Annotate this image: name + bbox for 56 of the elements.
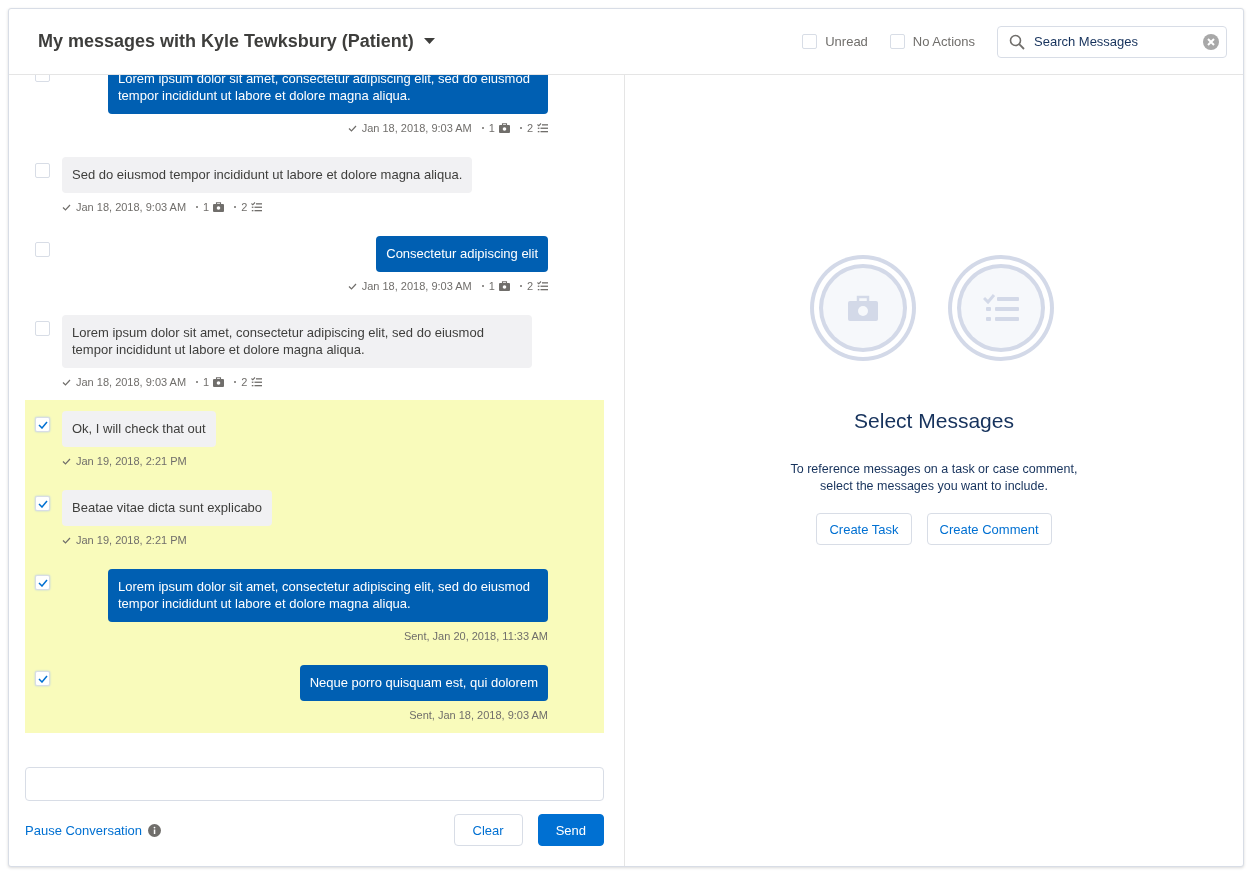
message-timestamp: Sent, Jan 18, 2018, 9:03 AM [409, 709, 548, 721]
checklist-icon [537, 123, 548, 133]
info-icon[interactable] [148, 823, 162, 837]
case-count: 1 [203, 201, 210, 213]
message-bubble: Lorem ipsum dolor sit amet, consectetur adipiscing elit, sed do eiusmod tempor incididunt ut labore et dolore magna aliqua. [62, 315, 532, 368]
checkbox[interactable] [35, 242, 50, 257]
message-bubble: Consectetur adipiscing elit [376, 236, 548, 272]
checklist-icon [251, 377, 263, 387]
briefcase-icon [498, 123, 510, 133]
task-count: 2 [526, 280, 533, 292]
filter-label: Unread [825, 34, 868, 49]
create-comment-button[interactable]: Create Comment [926, 513, 1052, 545]
message-bubble: Ok, I will check that out [62, 411, 216, 447]
case-count: 1 [488, 280, 495, 292]
case-count: 1 [488, 122, 495, 134]
checkbox[interactable] [35, 321, 50, 336]
task-count: 2 [241, 201, 248, 213]
checkbox[interactable] [35, 163, 50, 178]
task-count: 2 [526, 122, 533, 134]
checkbox[interactable] [35, 496, 50, 511]
message-timestamp: Sent, Jan 20, 2018, 11:33 AM [403, 630, 548, 642]
checklist-icon [251, 202, 263, 212]
checkbox[interactable] [35, 417, 50, 432]
checkbox[interactable] [889, 34, 905, 49]
search-icon [1009, 33, 1025, 50]
checkbox[interactable] [35, 575, 50, 590]
clear-button[interactable]: Clear [453, 814, 523, 846]
briefcase-icon [213, 377, 225, 387]
pause-conversation-link[interactable]: Pause Conversation [25, 822, 143, 838]
message-timestamp: Jan 19, 2018, 2:21 PM [76, 455, 187, 467]
message-timestamp: Jan 18, 2018, 9:03 AM [361, 280, 472, 292]
message-bubble: Beatae vitae dicta sunt explicabo [62, 490, 273, 526]
checkbox[interactable] [802, 34, 818, 49]
message-bubble: Neque porro quisquam est, qui dolorem [299, 665, 548, 701]
message-timestamp: Jan 18, 2018, 9:03 AM [76, 376, 187, 388]
conversation-title: My messages with Kyle Tewksbury (Patient) [38, 31, 414, 52]
checkbox[interactable] [35, 671, 50, 686]
message-bubble: Sed do eiusmod tempor incididunt ut labore et dolore magna aliqua. [62, 157, 473, 193]
filter-label: No Actions [912, 34, 975, 49]
message-bubble: Lorem ipsum dolor sit amet, consectetur adipiscing elit, sed do eiusmod tempor incididunt ut labore et dolore magna aliqua. [108, 569, 548, 622]
message-timestamp: Jan 19, 2018, 2:21 PM [76, 534, 187, 546]
task-count: 2 [241, 376, 248, 388]
briefcase-icon [213, 202, 225, 212]
dropdown-caret-icon[interactable] [423, 38, 435, 45]
empty-state-description: To reference messages on a task or case comment, select the messages you want to include. [789, 461, 1079, 495]
clear-icon[interactable] [1203, 33, 1219, 50]
briefcase-icon [498, 281, 510, 291]
case-count: 1 [203, 376, 210, 388]
send-button[interactable]: Send [537, 814, 604, 846]
checklist-icon [537, 281, 548, 291]
empty-state-title: Select Messages [854, 409, 1014, 433]
create-task-button[interactable]: Create Task [816, 513, 912, 545]
message-input-field[interactable] [25, 767, 604, 801]
message-timestamp: Jan 18, 2018, 9:03 AM [361, 122, 472, 134]
search-field[interactable]: Search Messages [997, 25, 1227, 58]
message-timestamp: Jan 18, 2018, 9:03 AM [76, 201, 187, 213]
